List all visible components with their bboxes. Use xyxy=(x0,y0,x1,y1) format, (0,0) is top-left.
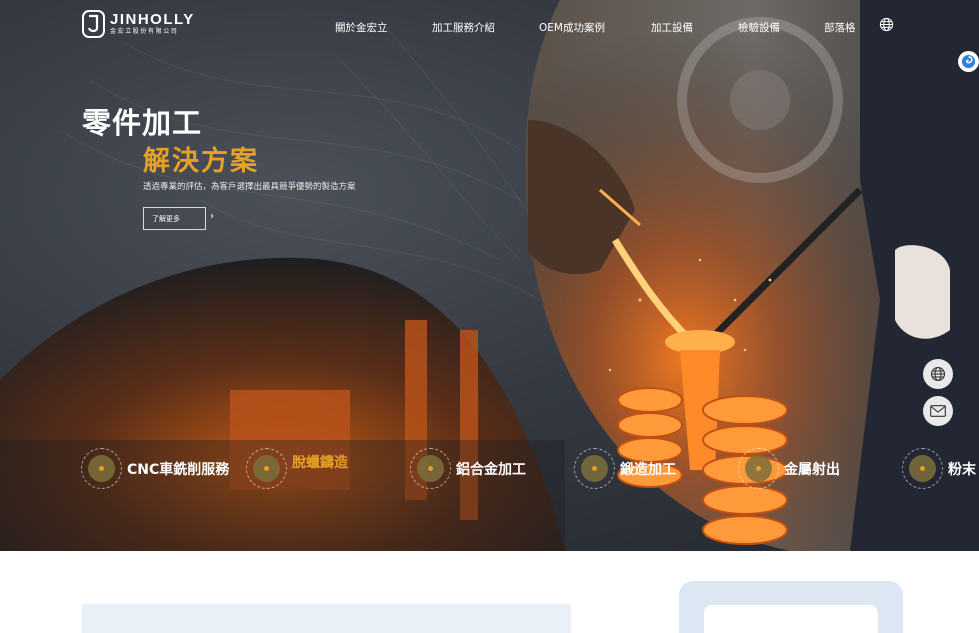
globe-icon[interactable] xyxy=(879,17,894,32)
learn-more-button[interactable]: 了解更多 xyxy=(143,207,206,230)
service-lost-wax-casting[interactable]: 脫蠟鑄造 xyxy=(246,448,348,489)
service-label: CNC車銑削服務 xyxy=(127,461,230,478)
nav-blog[interactable]: 部落格 xyxy=(824,20,856,35)
service-ring-icon xyxy=(738,448,779,489)
hero-description: 透過專業的評估，為客戶選擇出最具競爭優勢的製造方案 xyxy=(143,182,356,192)
service-ring-icon xyxy=(81,448,122,489)
content-card-inner xyxy=(704,605,878,633)
nav-about[interactable]: 關於金宏立 xyxy=(335,20,388,35)
service-forging[interactable]: 鍛造加工 xyxy=(574,448,676,489)
nav-services[interactable]: 加工服務介紹 xyxy=(432,20,495,35)
nav-inspection[interactable]: 檢驗設備 xyxy=(738,20,780,35)
nav-oem-cases[interactable]: OEM成功案例 xyxy=(539,20,605,35)
service-aluminum[interactable]: 鋁合金加工 xyxy=(410,448,526,489)
hero-title: 零件加工 xyxy=(82,106,203,140)
hero-banner: JINHOLLY 金宏立股份有限公司 關於金宏立 加工服務介紹 OEM成功案例 … xyxy=(0,0,979,551)
service-metal-injection[interactable]: 金屬射出 xyxy=(738,448,840,489)
globe-button[interactable] xyxy=(923,359,953,389)
globe-icon xyxy=(930,366,946,382)
service-label: 粉末 xyxy=(948,461,976,478)
mail-icon xyxy=(930,405,946,417)
main-nav: 關於金宏立 加工服務介紹 OEM成功案例 加工設備 檢驗設備 部落格 xyxy=(0,20,979,36)
content-section-bar xyxy=(82,604,571,633)
chevron-right-icon: › xyxy=(210,211,214,222)
swirl-icon[interactable] xyxy=(958,51,979,72)
service-ring-icon xyxy=(246,448,287,489)
nav-equipment[interactable]: 加工設備 xyxy=(651,20,693,35)
service-powder[interactable]: 粉末 xyxy=(902,448,976,489)
service-ring-icon xyxy=(902,448,943,489)
service-cnc[interactable]: CNC車銑削服務 xyxy=(81,448,229,489)
service-label: 金屬射出 xyxy=(784,461,840,478)
service-label: 鋁合金加工 xyxy=(456,461,526,478)
hero-subtitle: 解決方案 xyxy=(143,146,259,177)
service-ring-icon xyxy=(410,448,451,489)
service-label: 鍛造加工 xyxy=(620,461,676,478)
mail-button[interactable] xyxy=(923,396,953,426)
service-label: 脫蠟鑄造 xyxy=(292,454,348,471)
service-ring-icon xyxy=(574,448,615,489)
